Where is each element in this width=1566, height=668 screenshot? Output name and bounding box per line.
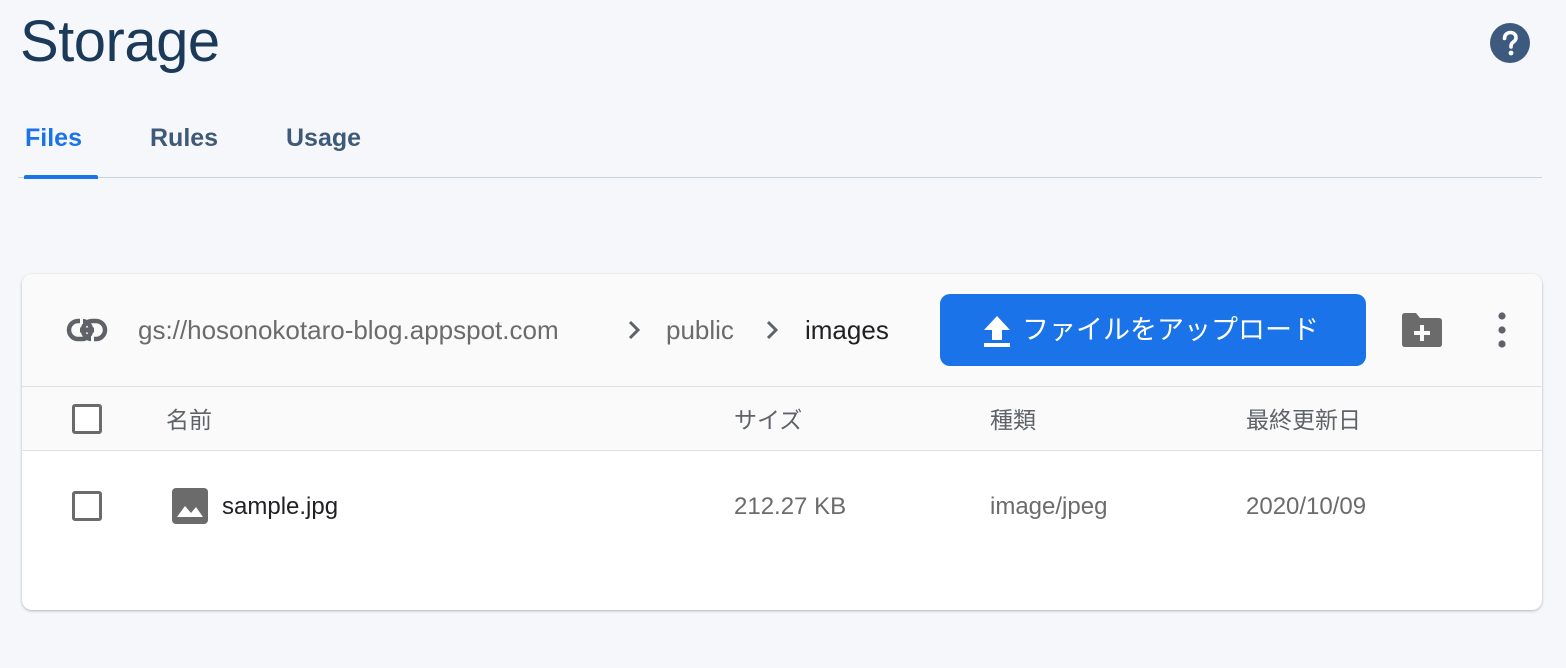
table-header: 名前 サイズ 種類 最終更新日 <box>22 387 1542 451</box>
tab-files[interactable]: Files <box>24 104 98 179</box>
link-icon[interactable] <box>66 316 108 344</box>
storage-page: Storage Files Rules Usage gs://hosonokot… <box>0 0 1566 668</box>
image-icon <box>172 488 208 524</box>
tab-rules[interactable]: Rules <box>150 104 218 178</box>
column-type[interactable]: 種類 <box>990 405 1036 435</box>
file-size: 212.27 KB <box>734 493 847 520</box>
column-size[interactable]: サイズ <box>734 405 802 435</box>
page-title: Storage <box>20 9 220 74</box>
breadcrumb-images: images <box>805 315 889 345</box>
column-name[interactable]: 名前 <box>166 405 212 435</box>
file-toolbar: gs://hosonokotaro-blog.appspot.com publi… <box>22 274 1542 387</box>
more-vert-icon[interactable] <box>1490 310 1514 350</box>
file-name[interactable]: sample.jpg <box>222 491 338 523</box>
file-browser-card: gs://hosonokotaro-blog.appspot.com publi… <box>22 274 1542 610</box>
chevron-right-icon <box>766 320 779 340</box>
help-circle-icon[interactable] <box>1490 23 1530 63</box>
select-all-checkbox[interactable] <box>72 404 102 434</box>
upload-button-label: ファイルをアップロード <box>1022 315 1319 345</box>
file-modified: 2020/10/09 <box>1246 493 1367 520</box>
breadcrumb-public[interactable]: public <box>666 312 734 348</box>
upload-icon <box>984 316 1010 347</box>
file-type: image/jpeg <box>990 493 1108 520</box>
chevron-right-icon <box>628 320 641 340</box>
tab-bar: Files Rules Usage <box>18 104 1542 179</box>
upload-file-button[interactable]: ファイルをアップロード <box>940 294 1366 366</box>
column-modified[interactable]: 最終更新日 <box>1246 405 1361 435</box>
row-checkbox[interactable] <box>72 491 102 521</box>
folder-plus-icon[interactable] <box>1400 310 1444 350</box>
tab-usage[interactable]: Usage <box>286 104 361 178</box>
breadcrumb-bucket[interactable]: gs://hosonokotaro-blog.appspot.com <box>138 312 559 348</box>
